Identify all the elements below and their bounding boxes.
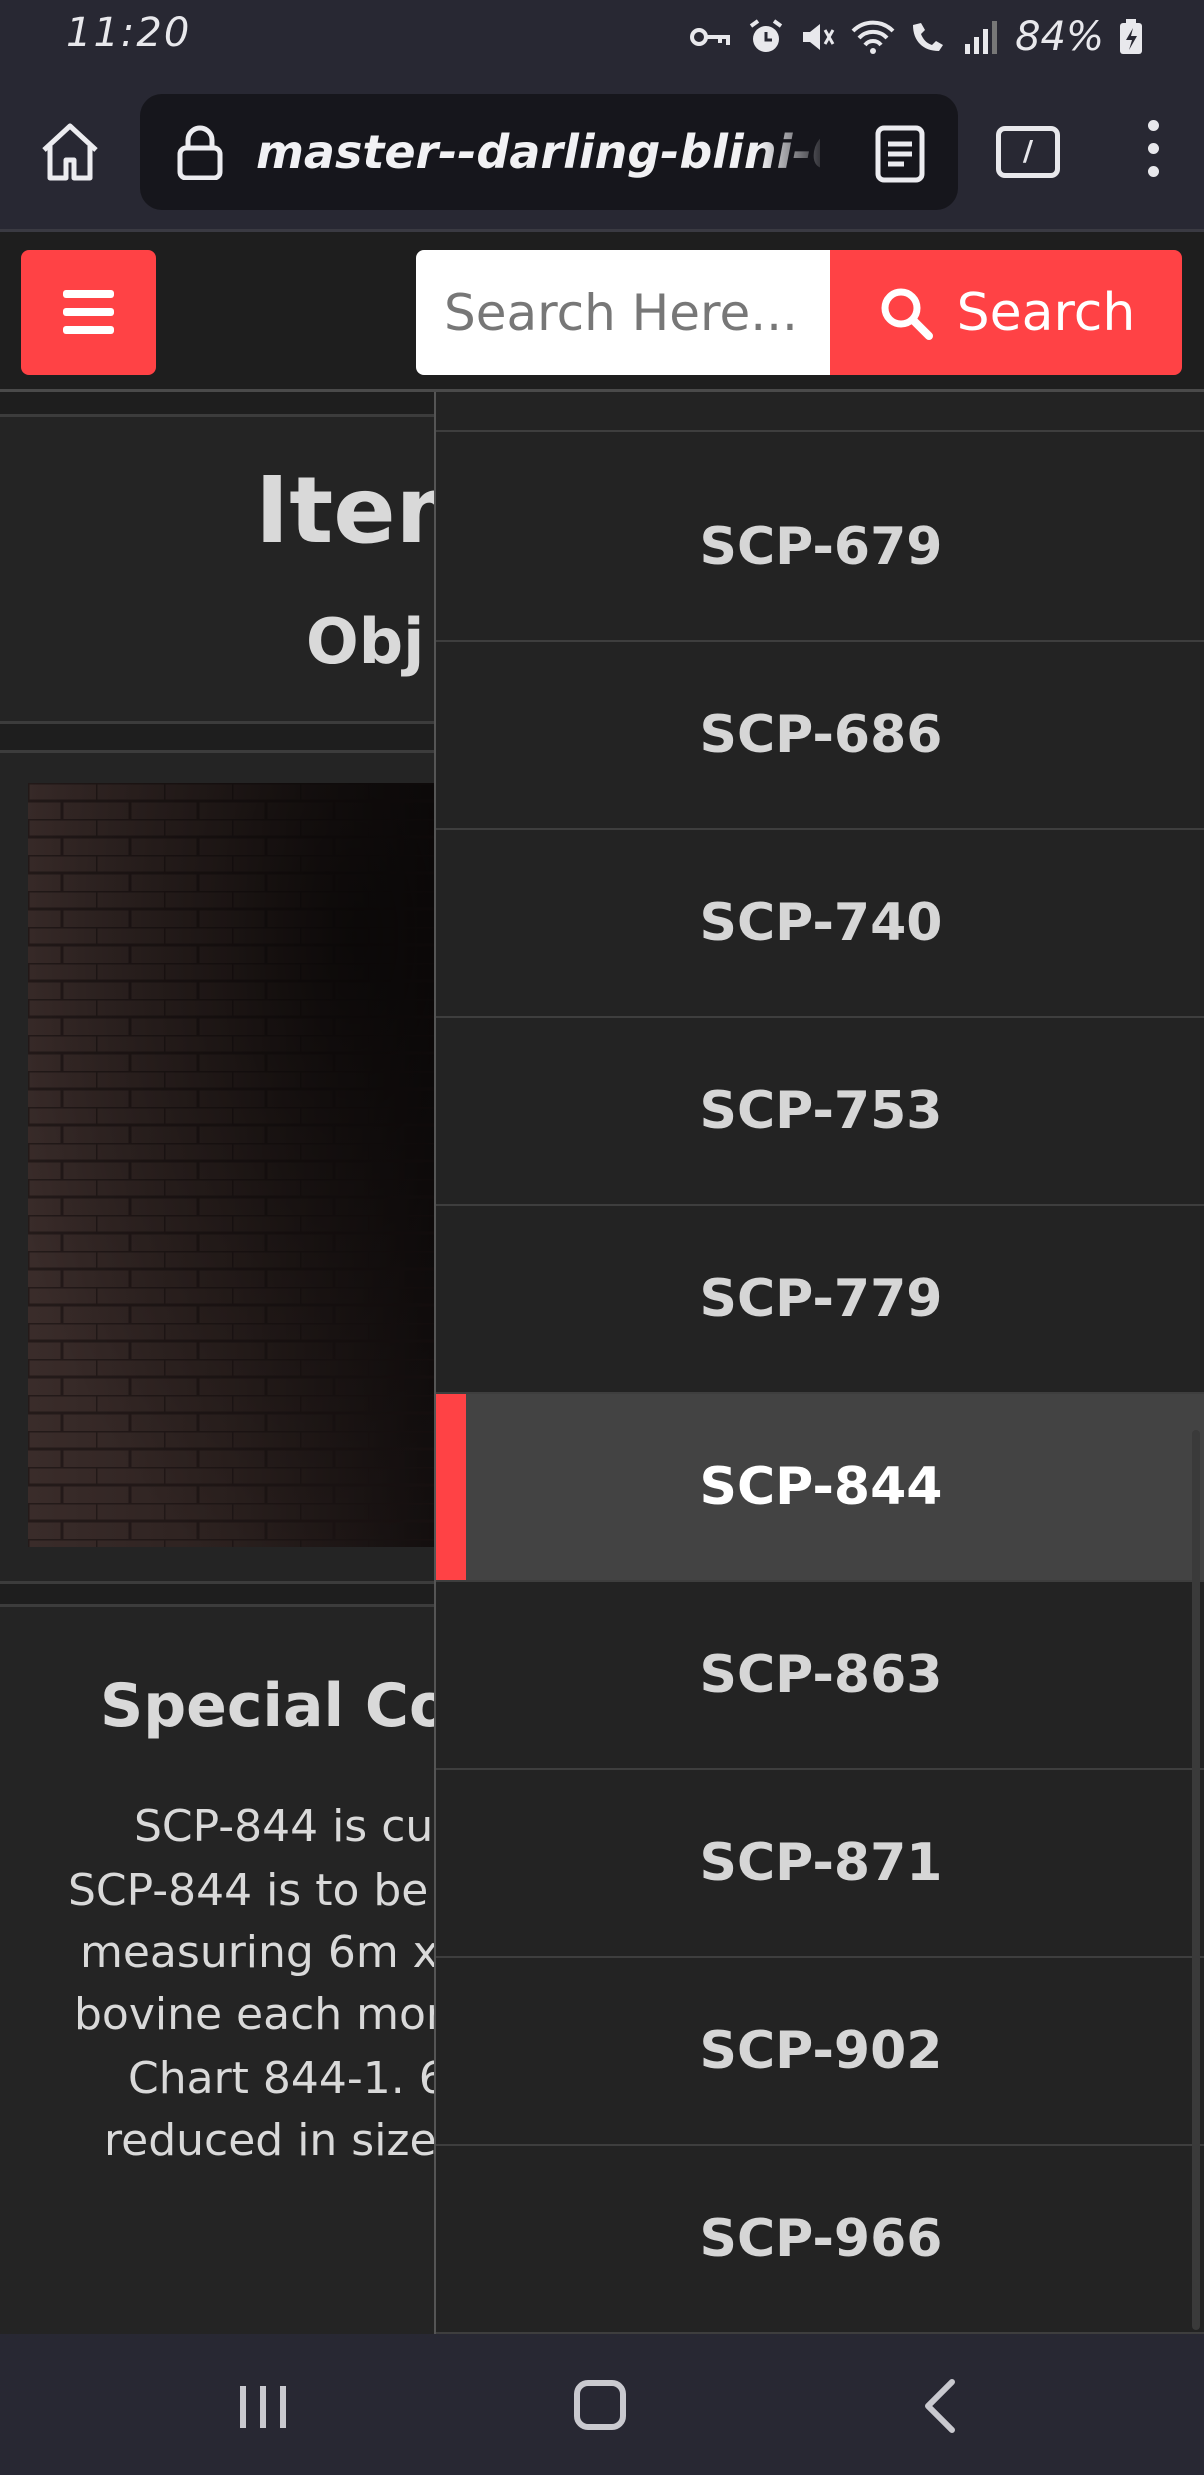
item-title: Item (255, 457, 436, 564)
wifi-calling-icon (913, 23, 944, 51)
status-time: 11:20 (66, 10, 192, 56)
key-icon (690, 28, 731, 46)
site-header: Search (0, 232, 1204, 392)
dropdown-item-scp-753[interactable]: SCP-753 (436, 1018, 1204, 1206)
object-class-label: Obj (306, 605, 425, 678)
containment-line: SCP-844 is cur (134, 1801, 436, 1852)
alarm-icon (749, 19, 783, 52)
dropdown-item-scp-902[interactable]: SCP-902 (436, 1958, 1204, 2146)
reader-mode-icon[interactable] (872, 124, 928, 184)
url-fade (760, 114, 830, 190)
dropdown-item-scp-863[interactable]: SCP-863 (436, 1582, 1204, 1770)
system-nav-bar (0, 2334, 1204, 2475)
dropdown-item-scp-740[interactable]: SCP-740 (436, 830, 1204, 1018)
search-button-label: Search (956, 282, 1136, 343)
dropdown-item-label: SCP-844 (699, 1457, 943, 1517)
special-containment-title: Special Con (100, 1671, 436, 1741)
scp-dropdown-list[interactable]: SCP-679 SCP-686 SCP-740 SCP-753 SCP-779 … (434, 392, 1204, 2334)
hamburger-menu-button[interactable] (21, 250, 156, 375)
search-input[interactable] (416, 250, 830, 375)
dropdown-item-scp-686[interactable]: SCP-686 (436, 642, 1204, 830)
containment-line: SCP-844 is to be (68, 1865, 429, 1916)
image-card (0, 750, 436, 1584)
active-indicator (436, 1394, 466, 1580)
containment-line: reduced in size (104, 2115, 436, 2166)
home-icon[interactable] (36, 118, 104, 186)
dropdown-item-scp-871[interactable]: SCP-871 (436, 1770, 1204, 1958)
containment-line: Chart 844-1. 6 (128, 2053, 436, 2104)
dropdown-item-label: SCP-679 (699, 517, 943, 577)
lock-icon (177, 125, 223, 180)
dropdown-item-label: SCP-966 (699, 2209, 943, 2269)
search-button[interactable]: Search (830, 250, 1182, 375)
containment-line: measuring 6m x (80, 1927, 436, 1978)
dropdown-item-label: SCP-871 (699, 1833, 943, 1893)
url-text[interactable]: master--darling-blini-6e (256, 120, 820, 184)
dropdown-item-label: SCP-753 (699, 1081, 943, 1141)
page-content: Item Obj (0, 392, 436, 2334)
search-icon (881, 288, 933, 340)
dropdown-item-label: SCP-686 (699, 705, 943, 765)
containment-line: bovine each mor (74, 1989, 436, 2040)
status-icons: 84% (689, 14, 1144, 60)
battery-percent: 84% (1015, 14, 1104, 60)
address-bar[interactable]: master--darling-blini-6e (140, 94, 958, 210)
dropdown-item-label: SCP-779 (699, 1269, 943, 1329)
dropdown-scrollbar[interactable] (1192, 1430, 1200, 2330)
dropdown-item-label: SCP-863 (699, 1645, 943, 1705)
signal-icon (965, 21, 998, 54)
mute-icon (803, 24, 835, 50)
browser-toolbar: master--darling-blini-6e / (0, 72, 1204, 232)
status-bar: 11:20 84% (0, 0, 1204, 72)
search-form: Search (416, 250, 1182, 375)
battery-charging-icon (1120, 19, 1142, 54)
browser-menu-icon[interactable] (1138, 120, 1168, 184)
recent-apps-icon[interactable] (240, 2386, 290, 2428)
dropdown-item-label: SCP-740 (699, 893, 943, 953)
dropdown-item-scp-779[interactable]: SCP-779 (436, 1206, 1204, 1394)
brick-wall-image (28, 783, 436, 1547)
tabs-button[interactable]: / (996, 126, 1060, 178)
dropdown-item-partial[interactable] (436, 392, 1204, 432)
dropdown-item-scp-966[interactable]: SCP-966 (436, 2146, 1204, 2334)
containment-card: Special Con SCP-844 is cur SCP-844 is to… (0, 1604, 436, 2334)
dropdown-item-scp-679[interactable]: SCP-679 (436, 454, 1204, 642)
home-nav-icon[interactable] (574, 2380, 626, 2430)
title-card: Item Obj (0, 414, 436, 724)
dropdown-item-label: SCP-902 (699, 2021, 943, 2081)
dropdown-item-scp-844[interactable]: SCP-844 (436, 1394, 1204, 1582)
wifi-icon (851, 20, 895, 54)
back-icon[interactable] (920, 2378, 960, 2434)
